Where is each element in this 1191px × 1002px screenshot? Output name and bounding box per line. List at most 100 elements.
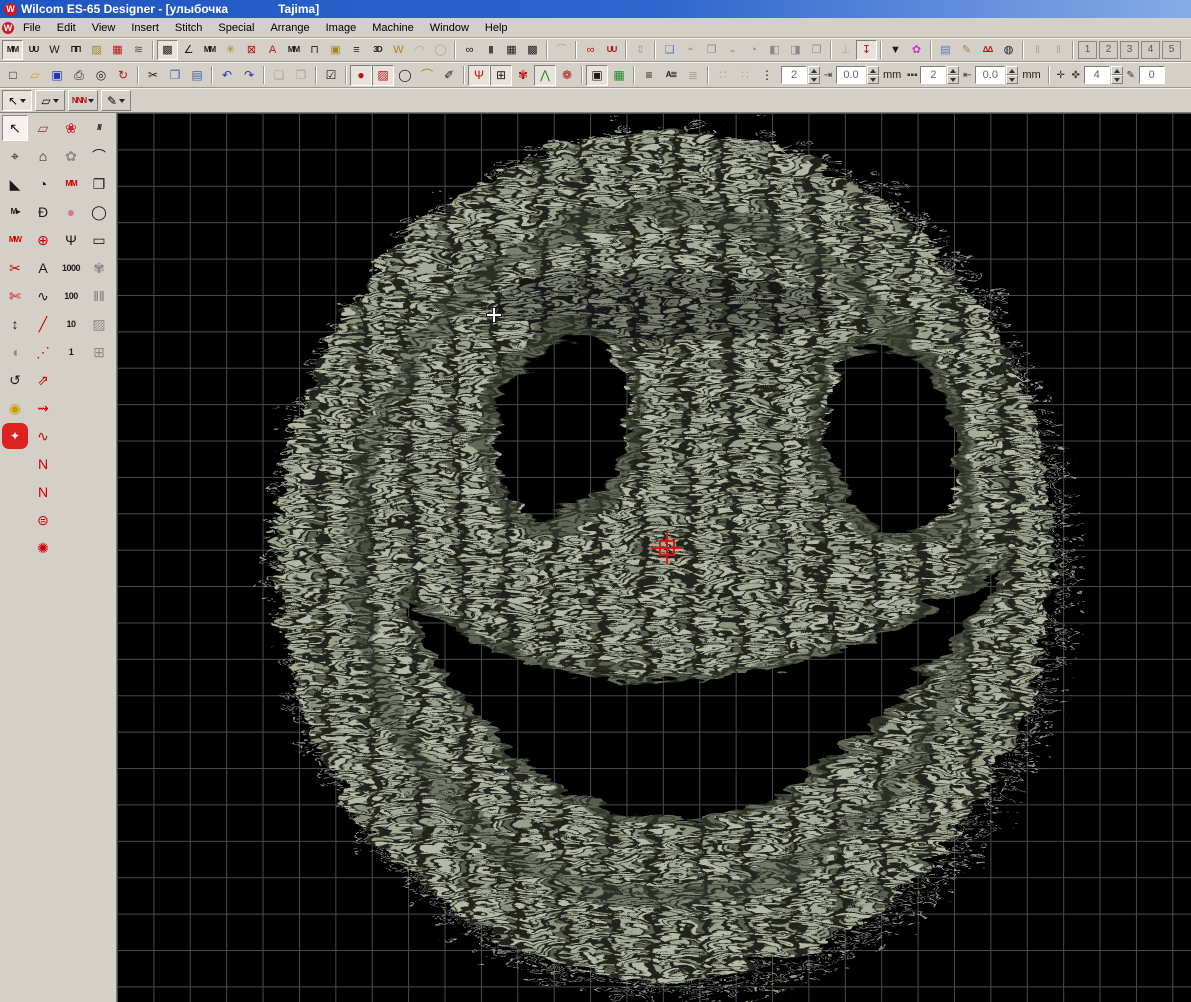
cross-stitch-icon[interactable]: ⊠ [241,40,262,60]
chevron-down-icon[interactable] [119,99,125,106]
applique-icon[interactable]: A [262,40,283,60]
select-mode-button[interactable]: ↖ [2,90,32,111]
mw-tool[interactable]: MW [2,227,28,253]
window-3-icon[interactable]: 3 [1120,41,1139,59]
wave-fill-icon[interactable]: ≋ [128,40,149,60]
fan-fill-icon[interactable]: ∠ [178,40,199,60]
layout-tool[interactable]: ⊞ [86,339,112,365]
window-4-icon[interactable]: 4 [1141,41,1160,59]
outline-shape-icon[interactable]: ◯ [394,65,416,86]
hatch-shape-icon[interactable]: ▨ [372,65,394,86]
satin-shape-icon[interactable]: ● [350,65,372,86]
star-fill-icon[interactable]: ✳ [220,40,241,60]
dash-red-tool[interactable]: ⇝ [30,395,56,421]
cutter-tool[interactable]: ✄ [2,283,28,309]
menu-item-arrange[interactable]: Arrange [263,20,316,36]
team-icon[interactable]: ΔΔ [977,40,998,60]
flower-tool[interactable]: ❀ [58,115,84,141]
rectangle-tool[interactable]: ▭ [86,227,112,253]
needle-point-icon[interactable]: Ψ [468,65,490,86]
save-button[interactable]: ▣ [46,65,68,86]
graph-icon[interactable]: ⋀ [534,65,556,86]
three-d-icon[interactable]: 3D [367,40,388,60]
edge-field[interactable]: 0 [1139,66,1165,84]
document-logo-icon[interactable]: W [2,22,14,34]
list-small-icon[interactable]: ≡ [638,65,660,86]
chevron-down-icon[interactable] [88,99,94,106]
thread-b-icon[interactable]: ‖ [1048,40,1069,60]
stitch-to-point-icon[interactable]: ↧ [856,40,877,60]
tatami-fill-icon[interactable]: ▦ [107,40,128,60]
insert-m-tool[interactable]: M▸ [2,199,28,225]
run-stitch-icon[interactable]: ΠΠ [65,40,86,60]
resequence-icon[interactable]: ⇕ [630,40,651,60]
cut-button[interactable]: ✂ [142,65,164,86]
dots-column-icon[interactable]: ⋮ [756,65,778,86]
height-tool[interactable]: ↕ [2,311,28,337]
wedge-select-tool[interactable]: ◣ [2,171,28,197]
dense-satin-icon[interactable]: MM [199,40,220,60]
d-strike-tool[interactable]: Đ [30,199,56,225]
open-button[interactable]: ▱ [24,65,46,86]
arrows-red-tool[interactable]: ⇗ [30,367,56,393]
thread-colors-tool[interactable]: ‖‖ [86,283,112,309]
overlap-2-icon[interactable]: ◓ [680,40,701,60]
bracket-stitch-icon[interactable]: ⊓ [304,40,325,60]
overlap-4-icon[interactable]: ◒ [722,40,743,60]
photo-icon[interactable]: ▣ [586,65,608,86]
remove-overlap-icon[interactable]: ∞ [580,40,601,60]
zigzag-stitch-icon[interactable]: W [44,40,65,60]
funnel-icon[interactable]: ▼ [885,40,906,60]
chain-red-tool[interactable]: ⋰ [30,339,56,365]
fan-tool[interactable]: ◖ [2,339,28,365]
digitize-mode-button[interactable]: ✎ [101,90,131,111]
leaves-icon[interactable]: ✾ [512,65,534,86]
zigzag-line-tool[interactable]: ∿ [30,423,56,449]
spacing-field[interactable]: 0.0 [836,66,866,84]
auto-letter-icon[interactable]: A≣ [660,65,682,86]
fork-tool[interactable]: Ψ [58,227,84,253]
arch-icon[interactable]: ⌒ [551,40,572,60]
select-tool[interactable]: ↖ [2,115,28,141]
menu-item-edit[interactable]: Edit [50,20,83,36]
reshape-tool[interactable]: ▱ [30,115,56,141]
dashed-curve-icon[interactable]: ⌒ [416,65,438,86]
slant-lines-tool[interactable]: /// [86,115,112,141]
chevron-down-icon[interactable] [20,99,26,106]
satin-fill-icon[interactable]: MM [2,40,23,60]
lettering-tool[interactable]: A [30,255,56,281]
ring-stitch-icon[interactable]: ∞ [459,40,480,60]
motif-fill-icon[interactable]: ▩ [157,40,178,60]
reshape-mode-button[interactable]: ▱ [35,90,65,111]
film-icon[interactable]: ▤ [935,40,956,60]
flower-image-icon[interactable]: ❁ [556,65,578,86]
window-5-icon[interactable]: 5 [1162,41,1181,59]
n-open-tool[interactable]: N [30,451,56,477]
design-canvas[interactable] [117,113,1191,1002]
grid-size-spinner[interactable] [1111,66,1123,84]
overlap-6-icon[interactable]: ◧ [764,40,785,60]
weave-fill-icon[interactable]: ▦ [501,40,522,60]
menu-item-file[interactable]: File [16,20,48,36]
overlap-3-icon[interactable]: ❐ [701,40,722,60]
pull-comp-field[interactable]: 2 [781,66,807,84]
stitch-edit-mode-button[interactable]: NNN [68,90,98,111]
pattern-fill-icon[interactable]: ▨ [86,40,107,60]
palette-icon[interactable]: ▦ [608,65,630,86]
stop-tool[interactable]: ✦ [2,423,28,449]
flower-icon[interactable]: ✿ [906,40,927,60]
print-preview-button[interactable]: ◎ [90,65,112,86]
dot-fill-icon[interactable]: ▩ [522,40,543,60]
redo-button[interactable]: ↷ [238,65,260,86]
length-field[interactable]: 0.0 [975,66,1005,84]
thread-a-icon[interactable]: ‖ [1027,40,1048,60]
dome-shape-tool[interactable]: ⌂ [30,143,56,169]
stitch-loops-icon[interactable]: UU [601,40,622,60]
overlap-7-icon[interactable]: ◨ [785,40,806,60]
checkbox-icon[interactable]: ☑ [320,65,342,86]
undo-button[interactable]: ↶ [216,65,238,86]
zigzag-red-tool[interactable]: MM [58,171,84,197]
menu-item-insert[interactable]: Insert [124,20,166,36]
contour-lines-icon[interactable]: ≡ [346,40,367,60]
mesh-flower-tool[interactable]: ● [58,199,84,225]
